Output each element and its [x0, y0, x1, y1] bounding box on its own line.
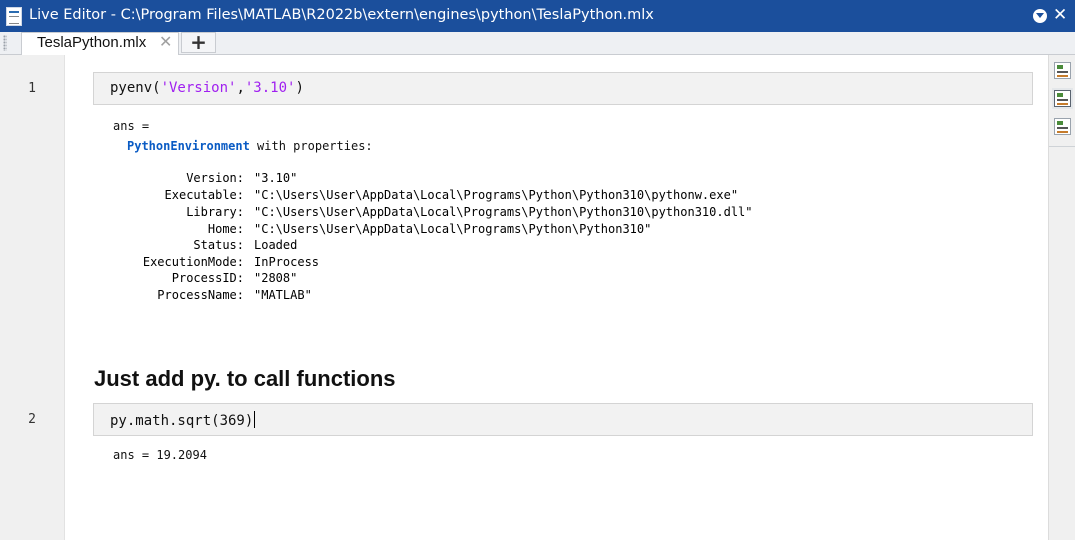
- text-cursor: [254, 411, 256, 428]
- property-row: ProcessName: "MATLAB": [0, 288, 770, 305]
- window-close-icon[interactable]: ✕: [1053, 4, 1067, 26]
- property-value: InProcess: [254, 255, 320, 269]
- property-value: "C:\Users\User\AppData\Local\Programs\Py…: [254, 205, 753, 219]
- property-name: Executable:: [164, 188, 244, 202]
- property-name: Version:: [186, 171, 244, 185]
- code-cell[interactable]: py.math.sqrt(369): [93, 403, 1033, 436]
- code-line[interactable]: pyenv('Version','3.10'): [110, 80, 304, 96]
- title-bar: Live Editor - C:\Program Files\MATLAB\R2…: [0, 0, 1075, 32]
- property-list: Version: "3.10" Executable: "C:\Users\Us…: [0, 171, 780, 311]
- property-name: ExecutionMode:: [142, 255, 244, 269]
- tab-close-icon[interactable]: ✕: [159, 32, 172, 51]
- property-row: Home: "C:\Users\User\AppData\Local\Progr…: [0, 222, 770, 239]
- property-value: Loaded: [254, 238, 298, 252]
- output-ans-label: ans =: [113, 119, 150, 133]
- class-name-link[interactable]: PythonEnvironment: [127, 139, 250, 153]
- output-class-line: PythonEnvironment with properties:: [127, 139, 373, 153]
- code-cell[interactable]: pyenv('Version','3.10'): [93, 72, 1033, 105]
- section-heading[interactable]: Just add py. to call functions: [94, 366, 396, 392]
- tab-strip: TeslaPython.mlx ✕ +: [0, 32, 1075, 55]
- property-row: ProcessID: "2808": [0, 271, 770, 288]
- code-line[interactable]: py.math.sqrt(369): [110, 411, 256, 429]
- property-row: Status: Loaded: [0, 238, 770, 255]
- output-result: ans = 19.2094: [113, 448, 207, 462]
- tab-teslapython[interactable]: TeslaPython.mlx ✕: [21, 32, 179, 55]
- property-value: "MATLAB": [254, 288, 312, 302]
- live-editor-app-icon: [6, 7, 22, 26]
- output-inline-icon[interactable]: [1054, 90, 1071, 107]
- add-tab-button[interactable]: +: [181, 32, 216, 53]
- property-row: Executable: "C:\Users\User\AppData\Local…: [0, 188, 770, 205]
- options-menu-icon[interactable]: [1033, 9, 1047, 23]
- property-row: ExecutionMode: InProcess: [0, 255, 770, 272]
- drag-grip-icon[interactable]: [3, 35, 7, 51]
- property-value: "C:\Users\User\AppData\Local\Programs\Py…: [254, 222, 652, 236]
- property-value: "2808": [254, 271, 298, 285]
- property-name: ProcessID:: [171, 271, 244, 285]
- window-title: Live Editor - C:\Program Files\MATLAB\R2…: [29, 7, 654, 23]
- hide-code-icon[interactable]: [1054, 118, 1071, 135]
- tab-label: TeslaPython.mlx: [37, 34, 147, 51]
- line-number: 1: [28, 81, 36, 96]
- property-name: Status:: [193, 238, 244, 252]
- output-view-toolbar: [1048, 55, 1075, 540]
- line-number: 2: [28, 412, 36, 427]
- property-name: Library:: [186, 205, 244, 219]
- property-value: "C:\Users\User\AppData\Local\Programs\Py…: [254, 188, 739, 202]
- property-name: Home:: [207, 222, 244, 236]
- toolbar-divider: [1049, 146, 1075, 147]
- property-row: Version: "3.10": [0, 171, 770, 188]
- property-value: "3.10": [254, 171, 298, 185]
- output-right-icon[interactable]: [1054, 62, 1071, 79]
- property-name: ProcessName:: [157, 288, 244, 302]
- property-row: Library: "C:\Users\User\AppData\Local\Pr…: [0, 205, 770, 222]
